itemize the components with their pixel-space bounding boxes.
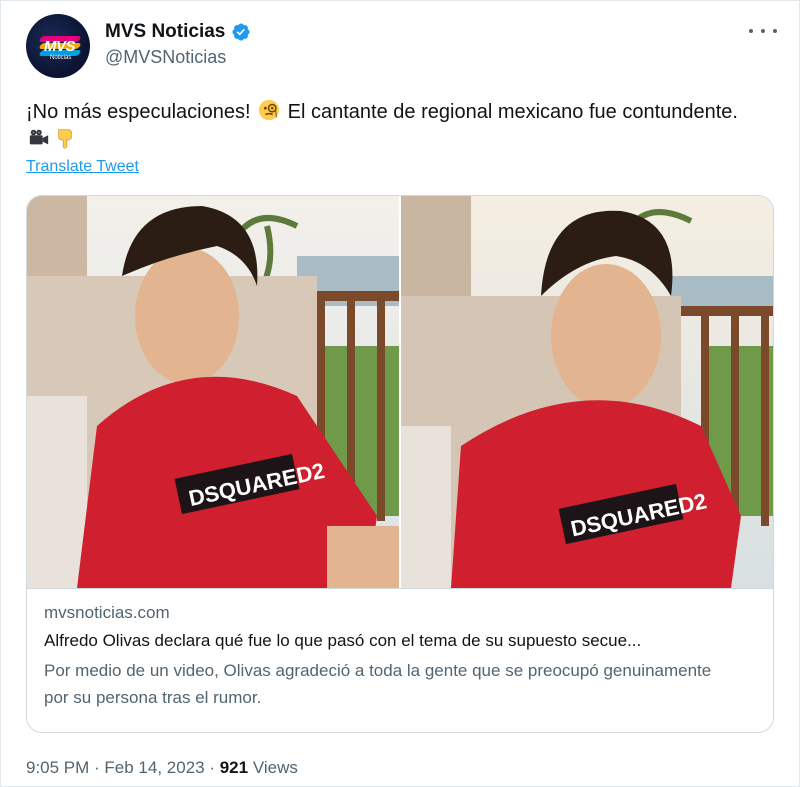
views-label: Views [248, 758, 298, 777]
display-name[interactable]: MVS Noticias [105, 21, 225, 43]
tweet-timestamp[interactable]: 9:05 PM · Feb 14, 2023 · [26, 758, 220, 777]
author-name-row: MVS Noticias [105, 21, 251, 43]
card-title: Alfredo Olivas declara qué fue lo que pa… [44, 631, 642, 650]
movie-camera-icon [28, 127, 50, 149]
views-count: 921 [219, 758, 249, 777]
tweet-footer: 9:05 PM · Feb 14, 2023 · 921 Views [26, 758, 298, 778]
tweet: MVS Noticias MVS Noticias @MVSNoticias ¡… [0, 0, 800, 787]
tweet-text-part2: El cantante de regional mexicano fue con… [282, 101, 738, 123]
card-meta[interactable]: mvsnoticias.com Alfredo Olivas declara q… [27, 588, 773, 732]
card-description: Por medio de un video, Olivas agradeció … [44, 661, 712, 707]
face-with-monocle-icon [258, 99, 280, 121]
card-photo-left[interactable]: DSQUARED2 [27, 196, 399, 588]
translate-tweet-link[interactable]: Translate Tweet [26, 158, 139, 176]
verified-badge-icon [231, 22, 251, 42]
author-handle[interactable]: @MVSNoticias [105, 47, 226, 68]
avatar[interactable]: MVS Noticias [26, 14, 90, 78]
card-media[interactable]: DSQUARED2 DSQUARED2 [27, 196, 773, 588]
link-preview-card[interactable]: DSQUARED2 DSQUARED2 mvsnoticias.com Alfr… [26, 195, 774, 733]
avatar-logo-text: MVS [44, 38, 76, 55]
card-photo-right[interactable]: DSQUARED2 [401, 196, 773, 588]
tweet-text-part1: ¡No más especulaciones! [26, 101, 257, 123]
avatar-logo-subtext: Noticias [50, 55, 72, 61]
pointing-down-icon [54, 127, 76, 149]
more-options-icon[interactable] [749, 23, 777, 39]
tweet-text: ¡No más especulaciones! El cantante de r… [26, 98, 746, 154]
card-domain: mvsnoticias.com [44, 603, 170, 622]
